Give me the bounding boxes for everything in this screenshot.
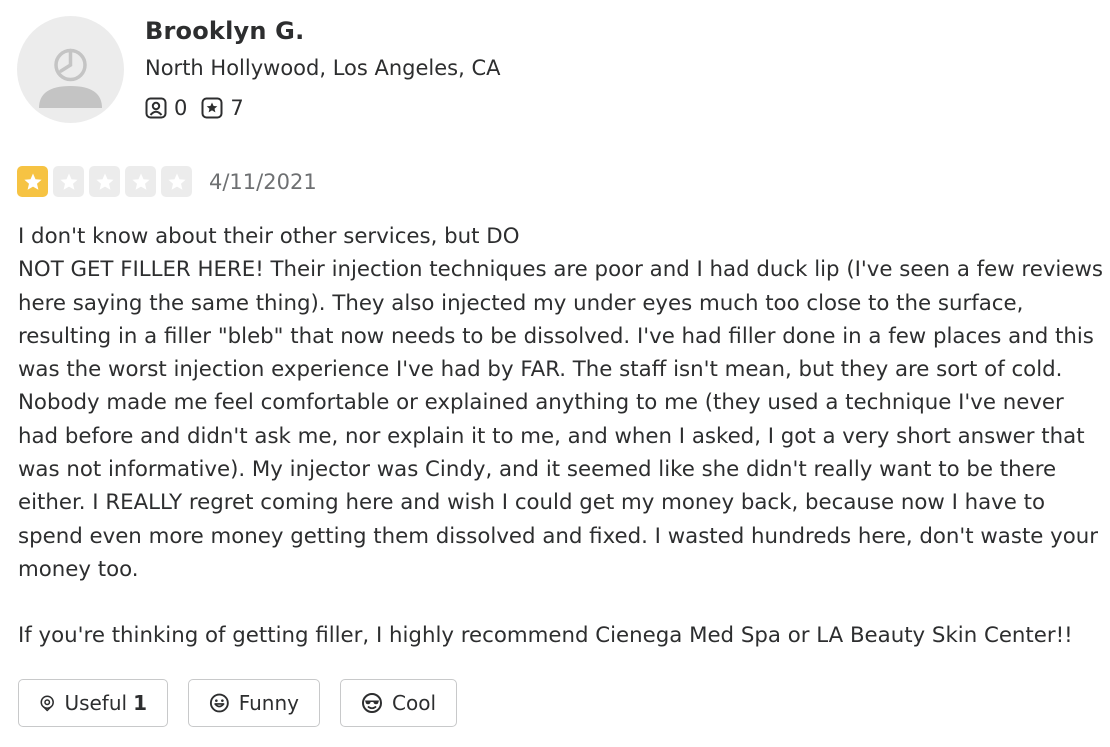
useful-label: Useful bbox=[64, 691, 128, 715]
funny-label: Funny bbox=[238, 691, 299, 715]
star-rating bbox=[17, 166, 197, 197]
default-avatar-icon bbox=[39, 48, 102, 108]
star-empty-icon bbox=[125, 166, 156, 197]
avatar[interactable] bbox=[17, 16, 124, 123]
friends-icon bbox=[145, 97, 167, 119]
friends-stat: 0 bbox=[145, 96, 187, 120]
cool-label: Cool bbox=[392, 691, 436, 715]
user-name[interactable]: Brooklyn G. bbox=[145, 17, 304, 45]
sunglasses-icon bbox=[362, 693, 382, 713]
reaction-buttons: Useful 1 Funny Cool bbox=[18, 679, 477, 727]
funny-button[interactable]: Funny bbox=[188, 679, 320, 727]
star-empty-icon bbox=[161, 166, 192, 197]
star-empty-icon bbox=[89, 166, 120, 197]
star-filled-icon bbox=[17, 166, 48, 197]
friends-count: 0 bbox=[174, 96, 188, 120]
reviews-stat: 7 bbox=[201, 96, 244, 120]
user-location: North Hollywood, Los Angeles, CA bbox=[145, 56, 501, 80]
review-text: I don't know about their other services,… bbox=[18, 220, 1110, 653]
review-paragraph: If you're thinking of getting filler, I … bbox=[18, 623, 1073, 649]
user-stats: 0 7 bbox=[145, 96, 258, 120]
useful-count: 1 bbox=[133, 691, 147, 715]
review-date: 4/11/2021 bbox=[209, 169, 317, 194]
reviews-count: 7 bbox=[230, 96, 244, 120]
location-pin-icon bbox=[40, 695, 54, 712]
rating-row: 4/11/2021 bbox=[17, 166, 317, 197]
useful-button[interactable]: Useful 1 bbox=[18, 679, 168, 727]
reviews-icon bbox=[201, 97, 223, 119]
star-empty-icon bbox=[53, 166, 84, 197]
review-paragraph: I don't know about their other services,… bbox=[18, 224, 1103, 582]
smile-icon bbox=[209, 693, 229, 713]
cool-button[interactable]: Cool bbox=[340, 679, 457, 727]
